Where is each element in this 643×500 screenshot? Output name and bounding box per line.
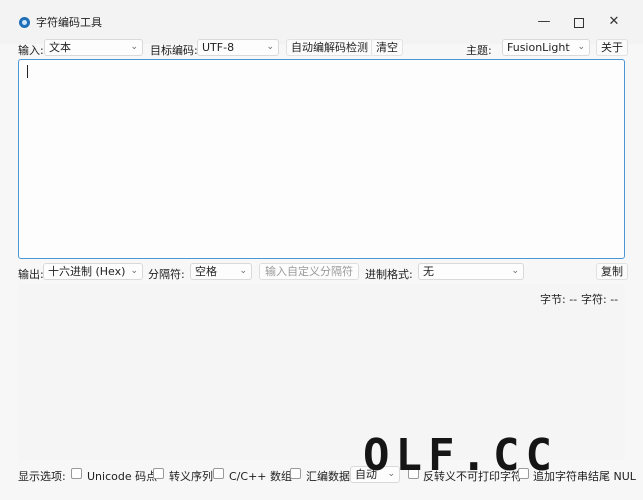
chevron-down-icon: ⌄ — [130, 266, 138, 276]
clear-button[interactable]: 清空 — [371, 39, 403, 56]
unicode-codepoint-checkbox[interactable] — [71, 468, 82, 479]
input-type-value: 文本 — [49, 41, 71, 54]
char-count: 字符: -- — [581, 293, 619, 306]
asm-data-label: 汇编数据 — [306, 470, 350, 483]
maximize-button[interactable] — [561, 8, 597, 36]
input-textarea[interactable] — [18, 59, 625, 259]
separator-value: 空格 — [195, 265, 217, 278]
theme-value: FusionLight — [507, 41, 570, 54]
window-title: 字符编码工具 — [36, 16, 102, 29]
chevron-down-icon: ⌄ — [266, 42, 274, 52]
chevron-down-icon: ⌄ — [511, 266, 519, 276]
target-encoding-value: UTF-8 — [202, 41, 235, 54]
copy-button[interactable]: 复制 — [596, 263, 628, 280]
theme-label: 主题: — [466, 44, 492, 57]
chevron-down-icon: ⌄ — [130, 42, 138, 52]
escape-sequence-label: 转义序列 — [169, 470, 213, 483]
close-button[interactable]: ✕ — [596, 8, 632, 36]
app-icon — [19, 17, 30, 28]
maximize-icon — [574, 18, 584, 28]
watermark-logo: OLF.CC — [363, 430, 558, 481]
byte-count: 字节: -- — [540, 293, 578, 306]
radix-format-select[interactable]: 无 ⌄ — [418, 263, 524, 280]
c-array-label: C/C++ 数组 — [229, 470, 292, 483]
radix-format-value: 无 — [423, 265, 434, 278]
target-encoding-label: 目标编码: — [150, 44, 198, 57]
input-type-select[interactable]: 文本 ⌄ — [44, 39, 143, 56]
c-array-checkbox[interactable] — [213, 468, 224, 479]
output-format-value: 十六进制 (Hex) — [48, 265, 126, 278]
radix-format-label: 进制格式: — [365, 268, 413, 281]
output-label: 输出: — [18, 268, 44, 281]
separator-select[interactable]: 空格 ⌄ — [190, 263, 252, 280]
theme-select[interactable]: FusionLight ⌄ — [502, 39, 590, 56]
asm-data-checkbox[interactable] — [290, 468, 301, 479]
chevron-down-icon: ⌄ — [577, 42, 585, 52]
title-bar: 字符编码工具 — ✕ — [0, 0, 643, 44]
custom-separator-input[interactable]: 输入自定义分隔符 — [259, 263, 359, 280]
output-format-select[interactable]: 十六进制 (Hex) ⌄ — [43, 263, 143, 280]
about-button[interactable]: 关于 — [596, 39, 628, 56]
separator-label: 分隔符: — [148, 268, 185, 281]
escape-sequence-checkbox[interactable] — [153, 468, 164, 479]
app-window: 字符编码工具 — ✕ 输入: 文本 ⌄ 目标编码: UTF-8 ⌄ 自动编解码检… — [0, 0, 643, 500]
chevron-down-icon: ⌄ — [239, 266, 247, 276]
unicode-codepoint-label: Unicode 码点 — [87, 470, 158, 483]
display-options-label: 显示选项: — [18, 470, 66, 483]
target-encoding-select[interactable]: UTF-8 ⌄ — [197, 39, 279, 56]
text-caret — [27, 65, 28, 78]
auto-detect-button[interactable]: 自动编解码检测 — [286, 39, 373, 56]
minimize-button[interactable]: — — [526, 8, 562, 36]
input-label: 输入: — [18, 44, 44, 57]
